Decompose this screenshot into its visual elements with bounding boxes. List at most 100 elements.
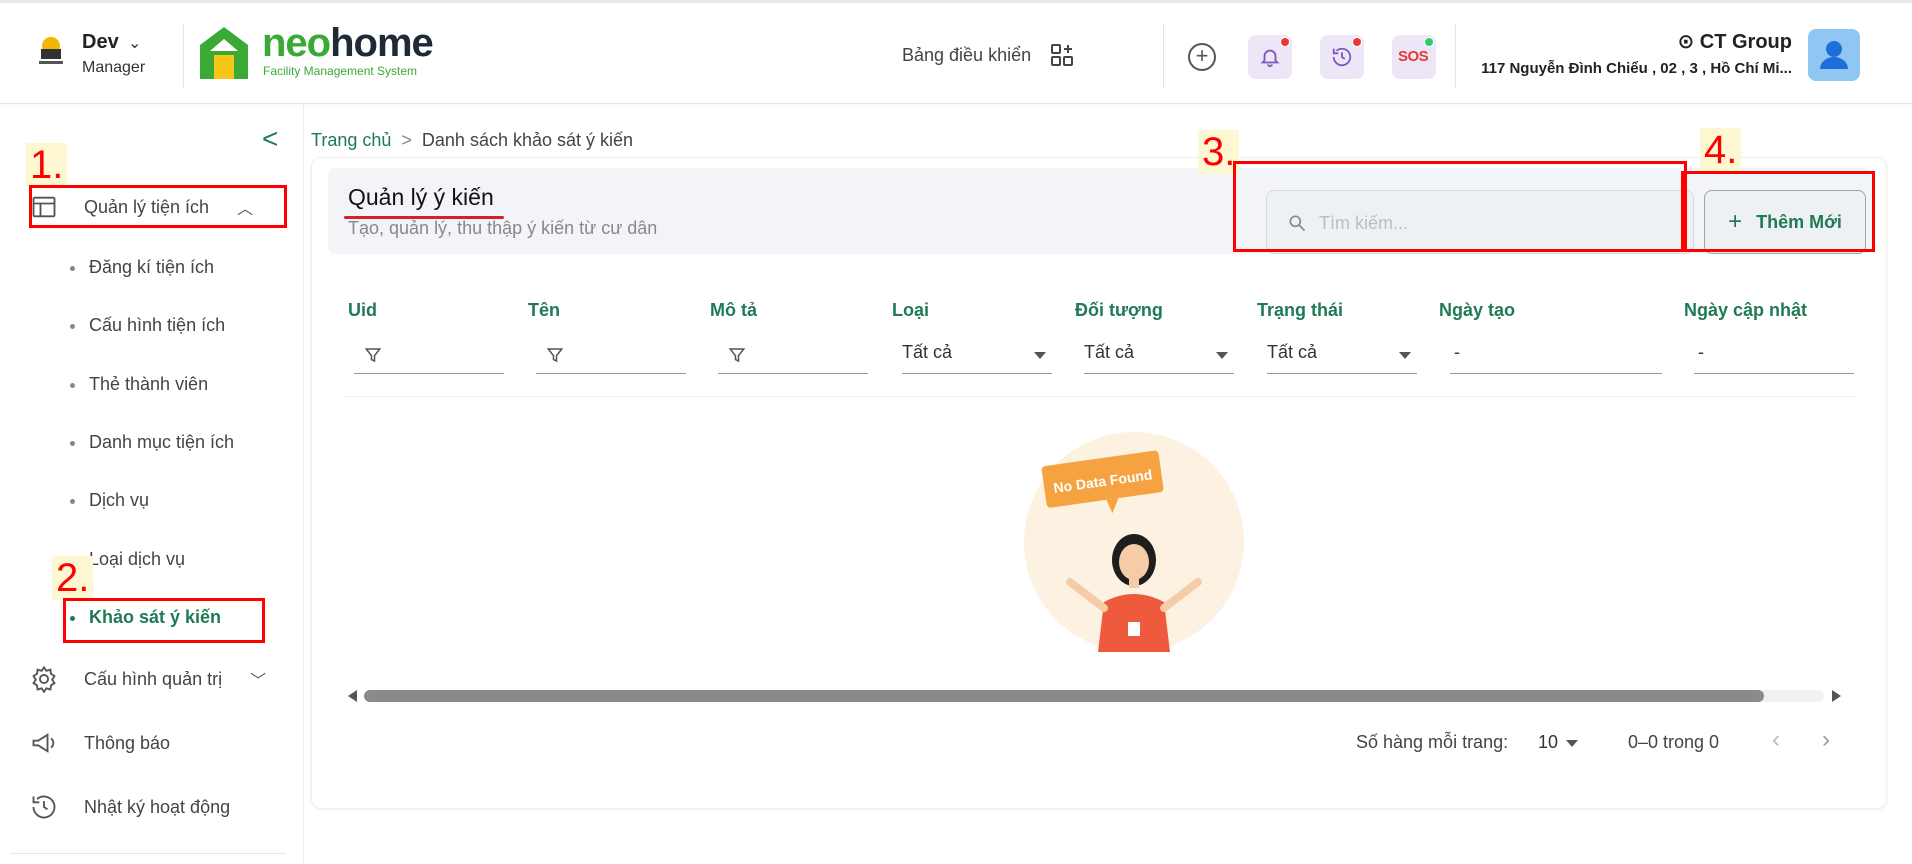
menu-item-label: Nhật ký hoạt động [84, 796, 231, 817]
bullet [70, 440, 75, 446]
scrollbar-thumb[interactable] [364, 690, 1764, 702]
type-select-value: Tất cả [902, 342, 953, 362]
bell-icon [1260, 49, 1280, 68]
column-header-target[interactable]: Đối tượng [1075, 300, 1163, 321]
table-divider [344, 396, 1856, 397]
breadcrumb-separator: > [401, 130, 412, 150]
annotation-box-1 [29, 185, 287, 228]
created-date-filter[interactable]: - [1450, 334, 1662, 374]
annotation-label-2: 2. [52, 556, 94, 600]
page-subtitle: Tạo, quản lý, thu thập ý kiến từ cư dân [348, 218, 658, 238]
history-icon [1332, 47, 1352, 67]
history-dot [1352, 37, 1362, 47]
bullet [70, 265, 75, 271]
history-button[interactable] [1320, 35, 1364, 79]
sos-button[interactable]: SOS [1392, 35, 1436, 79]
caret-down-icon [1034, 352, 1046, 359]
user-icon [1820, 41, 1848, 69]
gear-icon [32, 665, 56, 693]
breadcrumb-home[interactable]: Trang chủ [311, 130, 391, 150]
sidebar-item-label: Cấu hình tiện ích [89, 315, 226, 335]
sidebar-item-member-card[interactable]: Thẻ thành viên [70, 374, 208, 395]
notification-button[interactable] [1248, 35, 1292, 79]
organization-address: 117 Nguyễn Đình Chiểu , 02 , 3 , Hồ Chí … [1481, 60, 1792, 77]
avatar[interactable] [1808, 29, 1860, 81]
user-name[interactable]: Dev [82, 31, 119, 54]
chevron-down-icon: ﹀ [250, 673, 267, 690]
sidebar-item-facility-config[interactable]: Cấu hình tiện ích [70, 315, 225, 336]
menu-item-notifications[interactable]: Thông báo [30, 723, 170, 763]
horizontal-scrollbar[interactable] [364, 690, 1824, 702]
user-role: Manager [82, 59, 146, 76]
sidebar-item-facility-registration[interactable]: Đăng kí tiện ích [70, 257, 214, 278]
status-select[interactable]: Tất cả [1267, 334, 1417, 374]
annotation-box-3 [1233, 161, 1687, 252]
bullet [70, 382, 75, 388]
target-select[interactable]: Tất cả [1084, 334, 1234, 374]
created-date-value: - [1454, 342, 1460, 362]
plus-circle-icon[interactable]: + [1188, 43, 1216, 71]
chevron-circle-icon: ⊙ [1677, 31, 1700, 53]
organization-selector[interactable]: ⊙ CT Group [1677, 29, 1792, 54]
scroll-left-arrow[interactable] [348, 690, 357, 702]
sidebar-item-facility-category[interactable]: Danh mục tiện ích [70, 432, 234, 453]
name-filter[interactable] [536, 334, 686, 374]
target-select-value: Tất cả [1084, 342, 1135, 362]
bullet [70, 323, 75, 329]
breadcrumb: Trang chủ > Danh sách khảo sát ý kiến [311, 130, 633, 151]
sidebar-item-label: Loại dịch vụ [89, 549, 186, 569]
annotation-box-2 [63, 598, 265, 643]
column-header-name[interactable]: Tên [528, 300, 560, 321]
column-header-description[interactable]: Mô tả [710, 300, 757, 321]
column-header-created-date[interactable]: Ngày tạo [1439, 300, 1515, 321]
filter-icon [364, 348, 382, 363]
no-data-illustration: No Data Found [1024, 432, 1244, 652]
rows-per-page-label: Số hàng mỗi trang: [1356, 732, 1509, 752]
updated-date-filter[interactable]: - [1694, 334, 1854, 374]
notification-dot [1280, 37, 1290, 47]
previous-page-icon[interactable]: ‹ [1772, 726, 1780, 754]
divider [183, 23, 184, 89]
filter-icon [728, 348, 746, 363]
column-header-uid[interactable]: Uid [348, 300, 377, 321]
collapse-sidebar-icon[interactable]: < [262, 123, 278, 155]
dashboard-label[interactable]: Bảng điều khiển [902, 45, 1031, 66]
pagination-range: 0–0 trong 0 [1628, 732, 1720, 752]
column-header-status[interactable]: Trạng thái [1257, 300, 1343, 321]
history-icon [32, 795, 56, 819]
caret-down-icon [1399, 352, 1411, 359]
column-header-type[interactable]: Loại [892, 300, 929, 321]
annotation-label-4: 4. [1700, 128, 1742, 172]
sidebar-item-label: Danh mục tiện ích [89, 432, 235, 452]
rows-per-page-select[interactable]: 10 [1538, 732, 1579, 753]
caret-down-icon [1216, 352, 1228, 359]
sidebar-item-services[interactable]: Dịch vụ [70, 490, 149, 511]
uid-filter[interactable] [354, 334, 504, 374]
company-logo-icon [39, 37, 63, 64]
menu-item-admin-config[interactable]: Cấu hình quản trị ﹀ [30, 659, 266, 699]
dashboard-add-icon[interactable] [1050, 43, 1074, 67]
breadcrumb-current: Danh sách khảo sát ý kiến [421, 130, 634, 150]
type-select[interactable]: Tất cả [902, 334, 1052, 374]
chevron-down-icon[interactable]: ⌄ [128, 33, 141, 53]
brand-neo: neo [262, 21, 331, 65]
annotation-label-1: 1. [26, 143, 68, 187]
neohome-logo-icon [200, 27, 248, 79]
brand-name: neohome [262, 21, 434, 66]
next-page-icon[interactable]: › [1822, 726, 1830, 754]
divider [1163, 23, 1164, 89]
bullet [70, 498, 75, 504]
annotation-box-4 [1681, 171, 1875, 252]
sidebar-item-label: Đăng kí tiện ích [89, 257, 215, 277]
menu-item-label: Thông báo [84, 732, 171, 753]
sos-status-dot [1424, 37, 1434, 47]
page-title: Quản lý ý kiến [348, 184, 494, 210]
rows-per-page-value: 10 [1538, 732, 1559, 752]
column-header-updated-date[interactable]: Ngày cập nhật [1684, 300, 1807, 321]
organization-name: CT Group [1699, 31, 1792, 53]
updated-date-value: - [1698, 342, 1704, 362]
description-filter[interactable] [718, 334, 868, 374]
menu-item-activity-log[interactable]: Nhật ký hoạt động [30, 787, 230, 827]
brand-home: home [330, 21, 434, 65]
scroll-right-arrow[interactable] [1832, 690, 1841, 702]
